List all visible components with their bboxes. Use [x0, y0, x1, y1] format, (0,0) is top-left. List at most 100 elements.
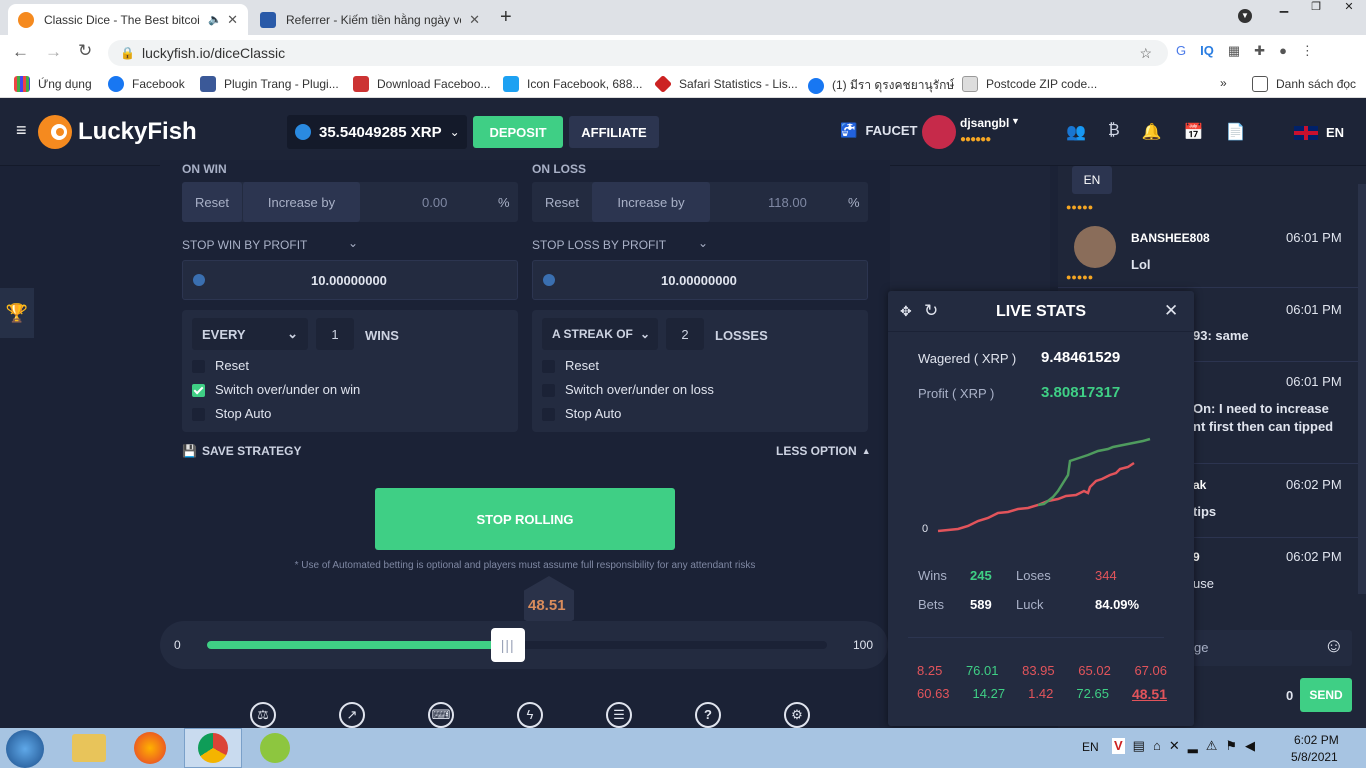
notes-icon[interactable]: 📄	[1226, 122, 1246, 142]
on-loss-reset-button[interactable]: Reset	[532, 182, 592, 222]
stop-rolling-button[interactable]: STOP ROLLING	[375, 488, 675, 550]
loss-rule-count-input[interactable]: 2	[666, 318, 704, 350]
user-menu-caret-icon[interactable]: ▼	[1011, 116, 1020, 126]
puzzle-icon[interactable]: ✚	[1254, 43, 1265, 59]
chevron-down-icon[interactable]: ⌄	[698, 236, 708, 250]
on-win-increase-button[interactable]: Increase by	[242, 182, 360, 222]
loss-rule-mode-select[interactable]: A STREAK OF ⌄	[542, 318, 658, 350]
stop-loss-label[interactable]: STOP LOSS BY PROFIT	[532, 238, 666, 252]
close-tab-icon[interactable]: ✕	[469, 12, 480, 28]
bitcoin-icon[interactable]: ₿	[1108, 122, 1120, 142]
on-win-reset-button[interactable]: Reset	[182, 182, 242, 222]
save-strategy-button[interactable]: 💾 SAVE STRATEGY	[182, 444, 302, 458]
username[interactable]: djsangbl	[960, 116, 1009, 130]
checkbox-checked[interactable]	[192, 384, 205, 398]
win-reset-option[interactable]: Reset	[192, 358, 249, 374]
more-bookmarks-icon[interactable]: »	[1220, 76, 1227, 90]
bookmark-download[interactable]: Download Faceboo...	[353, 76, 490, 92]
balance-scale-icon[interactable]: ⚖	[250, 702, 276, 728]
stats-chart-icon[interactable]: ↗	[339, 702, 365, 728]
clock-date[interactable]: 5/8/2021	[1291, 750, 1338, 764]
start-button-icon[interactable]	[6, 730, 44, 768]
stop-win-label[interactable]: STOP WIN BY PROFIT	[182, 238, 307, 252]
checkbox[interactable]	[192, 408, 205, 422]
users-icon[interactable]: 👥	[1066, 122, 1086, 142]
close-icon[interactable]: ✕	[1164, 301, 1178, 321]
win-rule-mode-select[interactable]: EVERY ⌄	[192, 318, 308, 350]
lightning-icon[interactable]: ϟ	[517, 702, 543, 728]
settings-gear-icon[interactable]: ⚙	[784, 702, 810, 728]
network-icon[interactable]: ✕	[1169, 738, 1180, 754]
profile-icon[interactable]: ●	[1279, 43, 1287, 59]
menu-dots-icon[interactable]: ⋮	[1301, 43, 1314, 59]
language-selector[interactable]: EN	[1326, 125, 1344, 140]
tab-classic-dice[interactable]: Classic Dice - The Best bitcoi 🔈 ✕	[8, 4, 248, 35]
chat-input[interactable]: ge ☺	[1188, 630, 1352, 666]
iq-extension-icon[interactable]: IQ	[1200, 43, 1214, 59]
loss-reset-option[interactable]: Reset	[542, 358, 599, 374]
affiliate-button[interactable]: AFFILIATE	[569, 116, 659, 148]
send-button[interactable]: SEND	[1300, 678, 1352, 712]
win-stop-auto-option[interactable]: Stop Auto	[192, 406, 271, 422]
less-option-button[interactable]: LESS OPTION ▲	[776, 444, 871, 458]
signal-icon[interactable]: ▂	[1188, 738, 1198, 754]
bookmark-profile[interactable]: (1) มีรา ดุรงคชยานุรักษ์	[808, 76, 954, 95]
chat-scrollbar[interactable]	[1358, 184, 1366, 594]
deposit-button[interactable]: DEPOSIT	[473, 116, 563, 148]
volume-icon[interactable]: ◀	[1245, 738, 1255, 754]
bookmark-star-icon[interactable]: ☆	[1139, 40, 1152, 66]
chat-language-button[interactable]: EN	[1072, 166, 1112, 194]
bell-icon[interactable]: 🔔	[1142, 122, 1162, 142]
bookmark-plugin[interactable]: Plugin Trang - Plugi...	[200, 76, 339, 92]
checkbox[interactable]	[542, 408, 555, 422]
loss-stop-auto-option[interactable]: Stop Auto	[542, 406, 621, 422]
clock-time[interactable]: 6:02 PM	[1294, 733, 1339, 747]
faucet-link[interactable]: 🚰 FAUCET	[840, 122, 917, 139]
bookmark-postcode[interactable]: Postcode ZIP code...	[962, 76, 1097, 92]
device-icon[interactable]: ⌂	[1153, 738, 1161, 754]
calendar-icon[interactable]: 📅	[1184, 122, 1204, 142]
unikey-icon[interactable]: V	[1112, 738, 1125, 754]
minimize-icon[interactable]: ▁	[1268, 0, 1300, 18]
chevron-down-icon[interactable]: ⌄	[348, 236, 358, 250]
checkbox[interactable]	[192, 360, 205, 374]
bookmark-safari[interactable]: Safari Statistics - Lis...	[653, 74, 798, 94]
forward-icon[interactable]: →	[45, 42, 62, 62]
loss-switch-option[interactable]: Switch over/under on loss	[542, 382, 714, 398]
new-tab-icon[interactable]: +	[500, 6, 512, 29]
taskbar-language[interactable]: EN	[1082, 740, 1099, 754]
qr-icon[interactable]: ▦	[1228, 43, 1240, 59]
firefox-icon[interactable]	[134, 732, 166, 764]
chat-username[interactable]: ak	[1193, 478, 1206, 492]
restore-icon[interactable]: ❐	[1300, 0, 1332, 18]
chat-username[interactable]: BANSHEE808	[1131, 231, 1210, 245]
tab-referrer[interactable]: Referrer - Kiếm tiền hằng ngày vớ ✕	[250, 4, 490, 35]
bookmark-facebook[interactable]: Facebook	[108, 76, 185, 92]
help-icon[interactable]: ?	[695, 702, 721, 728]
on-win-increase-input[interactable]: 0.00	[422, 195, 447, 210]
address-bar[interactable]: 🔒 luckyfish.io/diceClassic ☆	[108, 40, 1168, 66]
notes-tray-icon[interactable]: ▤	[1133, 738, 1145, 754]
on-loss-increase-button[interactable]: Increase by	[592, 182, 710, 222]
reload-icon[interactable]: ↻	[78, 41, 92, 61]
close-window-icon[interactable]: ✕	[1332, 0, 1366, 18]
win-rule-count-input[interactable]: 1	[316, 318, 354, 350]
checkbox[interactable]	[542, 384, 555, 398]
file-explorer-icon[interactable]	[72, 734, 106, 762]
slider-handle[interactable]: |||	[490, 628, 525, 662]
coccoc-icon[interactable]	[260, 733, 290, 763]
back-icon[interactable]: ←	[12, 42, 29, 62]
tab-search-icon[interactable]: ▼	[1238, 9, 1252, 23]
close-tab-icon[interactable]: ✕	[227, 12, 238, 28]
translate-icon[interactable]: G	[1176, 43, 1186, 59]
user-avatar[interactable]	[922, 115, 956, 149]
emoji-icon[interactable]: ☺	[1324, 635, 1344, 658]
trophy-icon[interactable]: 🏆	[0, 288, 34, 338]
balance-selector[interactable]: 35.54049285 XRP ⌄	[287, 115, 467, 149]
security-icon[interactable]: ⚠	[1206, 738, 1218, 754]
bookmark-apps[interactable]: Ứng dụng	[14, 76, 92, 92]
keyboard-icon[interactable]: ⌨	[428, 702, 454, 728]
list-icon[interactable]: ☰	[606, 702, 632, 728]
on-loss-increase-input[interactable]: 118.00	[768, 195, 807, 210]
chat-username[interactable]: 9	[1193, 550, 1200, 564]
